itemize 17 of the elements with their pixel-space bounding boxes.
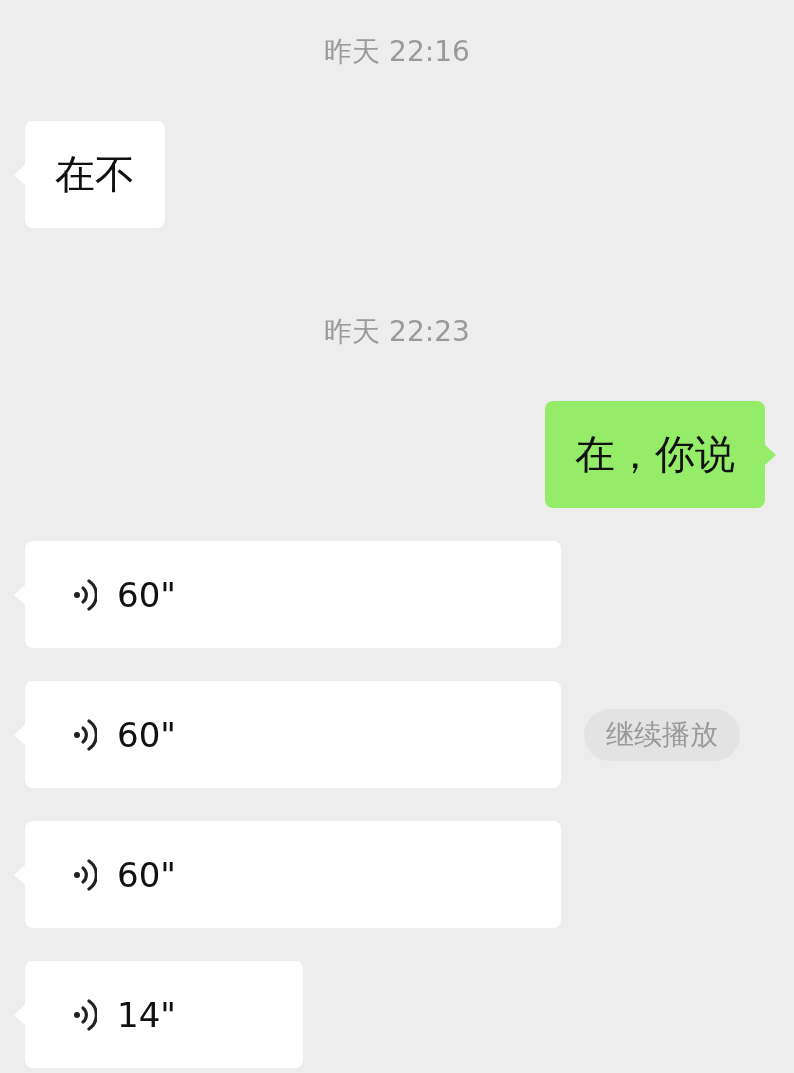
timestamp: 昨天 22:23 (324, 317, 470, 347)
voice-duration: 60" (117, 854, 176, 895)
voice-message[interactable]: 60" (25, 681, 561, 788)
voice-duration: 60" (117, 714, 176, 755)
voice-duration: 14" (117, 994, 176, 1035)
sound-wave-icon (73, 996, 97, 1033)
voice-message[interactable]: 60" (25, 541, 561, 648)
voice-message[interactable]: 60" (25, 821, 561, 928)
message-bubble[interactable]: 在不 (25, 121, 165, 228)
voice-duration: 60" (117, 574, 176, 615)
message-bubble[interactable]: 在，你说 (545, 401, 765, 508)
timestamp: 昨天 22:16 (324, 37, 470, 67)
bubble-tail (765, 444, 776, 465)
sound-wave-icon (73, 576, 97, 613)
sound-wave-icon (73, 856, 97, 893)
voice-message[interactable]: 14" (25, 961, 303, 1068)
sound-wave-icon (73, 716, 97, 753)
